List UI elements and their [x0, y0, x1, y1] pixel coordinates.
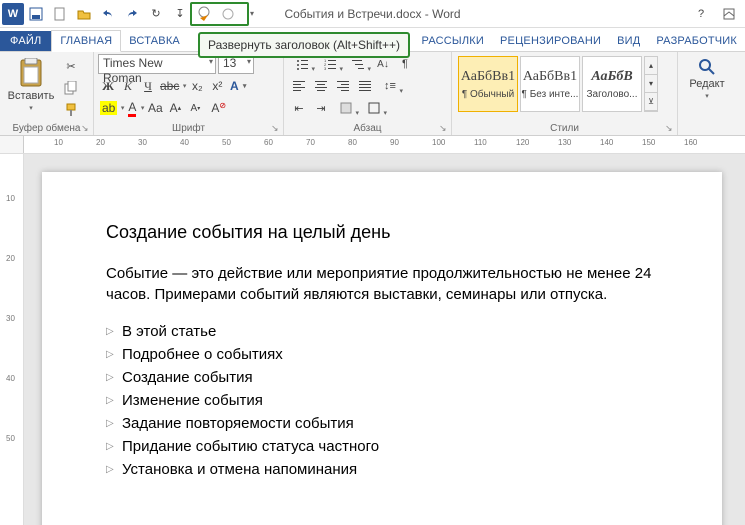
ruler-tick: 130	[558, 138, 571, 147]
style-nospacing[interactable]: АаБбВв1 ¶ Без инте...	[520, 56, 580, 112]
tab-insert[interactable]: ВСТАВКА	[121, 31, 188, 51]
line-spacing-button[interactable]: ↕≡	[376, 76, 404, 96]
superscript-button[interactable]: x²	[207, 76, 227, 96]
new-icon[interactable]	[48, 2, 72, 26]
font-color-button[interactable]: A	[125, 98, 145, 118]
style-gallery[interactable]: АаБбВв1 ¶ Обычный АаБбВв1 ¶ Без инте... …	[456, 54, 660, 114]
ruler-tick: 150	[642, 138, 655, 147]
ruler-tick: 90	[390, 138, 399, 147]
strike-button[interactable]: abc	[158, 76, 187, 96]
justify-button[interactable]	[354, 76, 376, 96]
ruler-tick: 40	[6, 374, 15, 383]
doc-heading: Создание события на целый день	[106, 220, 678, 245]
decrease-indent-button[interactable]: ⇤	[288, 98, 310, 118]
ruler-tick: 100	[432, 138, 445, 147]
increase-indent-button[interactable]: ⇥	[310, 98, 332, 118]
clear-format-button[interactable]: A⊘	[205, 98, 225, 118]
doc-paragraph: Событие — это действие или мероприятие п…	[106, 263, 678, 305]
tab-review[interactable]: РЕЦЕНЗИРОВАНИ	[492, 31, 609, 51]
styles-group-label: Стили	[456, 121, 673, 135]
font-launcher-icon[interactable]: ↘	[271, 123, 281, 133]
ruler-tick: 50	[6, 434, 15, 443]
horizontal-ruler[interactable]: 10 20 30 40 50 60 70 80 90 100 110 120 130 140 150 160	[24, 136, 745, 153]
save-icon[interactable]	[24, 2, 48, 26]
ruler-tick: 70	[306, 138, 315, 147]
style-heading[interactable]: АаБбВ Заголово...	[582, 56, 642, 112]
tab-home[interactable]: ГЛАВНАЯ	[51, 30, 121, 52]
window-title: События и Встречи.docx - Word	[284, 7, 460, 21]
grow-font-button[interactable]: A▴	[165, 98, 185, 118]
styles-launcher-icon[interactable]: ↘	[665, 123, 675, 133]
align-left-button[interactable]	[288, 76, 310, 96]
word-app-icon: W	[2, 3, 24, 25]
paste-button[interactable]: Вставить ▾	[4, 54, 58, 112]
ruler-tick: 50	[222, 138, 231, 147]
paragraph-launcher-icon[interactable]: ↘	[439, 123, 449, 133]
gallery-down-icon[interactable]: ▾	[645, 75, 657, 93]
gallery-up-icon[interactable]: ▴	[645, 57, 657, 75]
outline-item[interactable]: Создание события	[106, 367, 678, 388]
undo-icon[interactable]	[96, 2, 120, 26]
editing-button[interactable]: Редакт ▾	[682, 54, 732, 100]
align-right-button[interactable]	[332, 76, 354, 96]
expand-heading-icon[interactable]	[192, 2, 216, 26]
tab-view[interactable]: ВИД	[609, 31, 648, 51]
ruler-tick: 20	[6, 254, 15, 263]
outline-item[interactable]: Подробнее о событиях	[106, 344, 678, 365]
ruler-tick: 10	[6, 194, 15, 203]
text-effects-button[interactable]: A	[227, 76, 247, 96]
outline-item[interactable]: В этой статье	[106, 321, 678, 342]
borders-button[interactable]	[360, 98, 388, 118]
ruler-tick: 160	[684, 138, 697, 147]
font-group-label: Шрифт	[98, 121, 279, 135]
ruler-tick: 40	[180, 138, 189, 147]
document-page[interactable]: Создание события на целый день Событие —…	[42, 172, 722, 525]
qat-dropdown-icon[interactable]: ▾	[240, 2, 264, 26]
ruler-tick: 30	[138, 138, 147, 147]
open-icon[interactable]	[72, 2, 96, 26]
cut-icon[interactable]: ✂	[60, 56, 82, 76]
ruler-tick: 30	[6, 314, 15, 323]
clipboard-group-label: Буфер обмена	[4, 121, 89, 135]
outline-item[interactable]: Задание повторяемости события	[106, 413, 678, 434]
qat-custom-icon[interactable]: ↧	[168, 2, 192, 26]
tab-mailings[interactable]: РАССЫЛКИ	[414, 31, 492, 51]
ruler-tick: 110	[474, 138, 487, 147]
paragraph-group-label: Абзац	[288, 121, 447, 135]
vertical-ruler[interactable]: 10 20 30 40 50	[0, 154, 24, 525]
outline-item[interactable]: Установка и отмена напоминания	[106, 459, 678, 480]
redo-icon[interactable]	[120, 2, 144, 26]
align-center-button[interactable]	[310, 76, 332, 96]
shrink-font-button[interactable]: A▾	[185, 98, 205, 118]
subscript-button[interactable]: x₂	[187, 76, 207, 96]
ruler-tick: 80	[348, 138, 357, 147]
ruler-tick: 140	[600, 138, 613, 147]
outline-item[interactable]: Придание событию статуса частного	[106, 436, 678, 457]
collapse-heading-icon[interactable]	[216, 2, 240, 26]
format-painter-icon[interactable]	[60, 100, 82, 120]
highlight-button[interactable]: ab	[98, 98, 125, 118]
ruler-corner	[0, 136, 24, 153]
gallery-more-icon[interactable]: ⊻	[645, 93, 657, 111]
svg-text:3: 3	[324, 66, 327, 70]
paste-label: Вставить	[8, 90, 55, 102]
copy-icon[interactable]	[60, 78, 82, 98]
ruler-tick: 20	[96, 138, 105, 147]
repeat-icon[interactable]: ↻	[144, 2, 168, 26]
outline-item[interactable]: Изменение события	[106, 390, 678, 411]
style-normal[interactable]: АаБбВв1 ¶ Обычный	[458, 56, 518, 112]
ruler-tick: 120	[516, 138, 529, 147]
change-case-button[interactable]: Aa	[145, 98, 165, 118]
tooltip: Развернуть заголовок (Alt+Shift++)	[198, 32, 410, 58]
ruler-tick: 10	[54, 138, 63, 147]
tab-developer[interactable]: РАЗРАБОТЧИК	[648, 31, 745, 51]
shading-button[interactable]	[332, 98, 360, 118]
clipboard-launcher-icon[interactable]: ↘	[81, 123, 91, 133]
ribbon-options-icon[interactable]	[717, 2, 741, 26]
tab-file[interactable]: ФАЙЛ	[0, 31, 51, 51]
ruler-tick: 60	[264, 138, 273, 147]
help-icon[interactable]: ?	[689, 2, 713, 26]
